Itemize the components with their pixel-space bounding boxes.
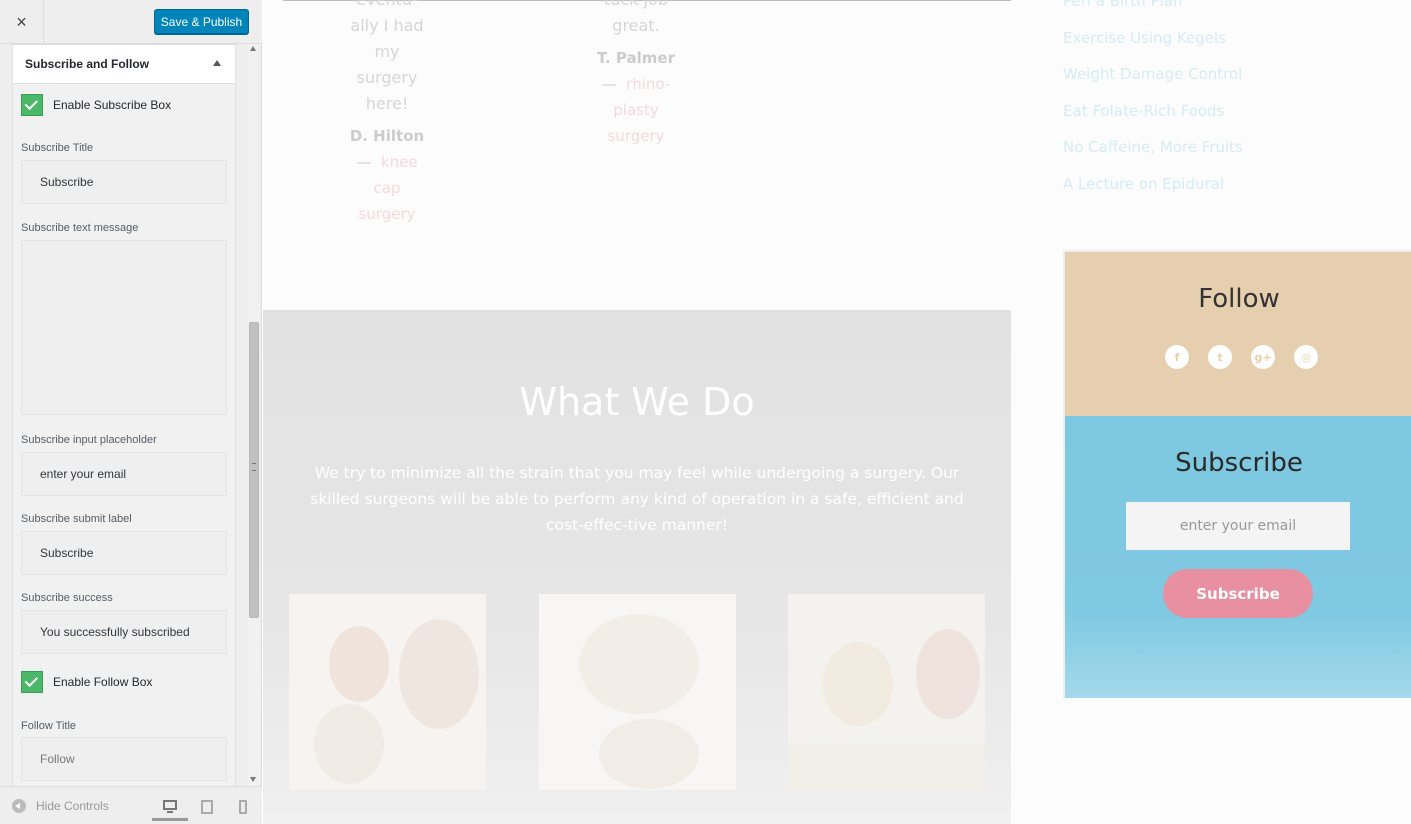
desktop-icon bbox=[163, 799, 177, 813]
post-link[interactable]: Weight Damage Control bbox=[1063, 61, 1243, 98]
close-icon[interactable]: × bbox=[0, 0, 44, 44]
subscribe-title: Subscribe bbox=[1175, 448, 1303, 478]
testimonial-hilton: eventu- ally I had my surgery here! D. H… bbox=[337, 0, 437, 227]
testimonial-palmer: tuck job great. T. Palmer — rhino- plast… bbox=[586, 0, 686, 149]
testimonial-author: T. Palmer bbox=[597, 49, 675, 67]
follow-title: Follow bbox=[1198, 284, 1280, 314]
scroll-up-icon[interactable] bbox=[250, 46, 256, 51]
site-preview: eventu- ally I had my surgery here! D. H… bbox=[263, 0, 1411, 824]
google-plus-icon[interactable]: g+ bbox=[1251, 345, 1275, 369]
subscribe-title-input[interactable]: Subscribe bbox=[21, 160, 227, 204]
tablet-preview-button[interactable] bbox=[195, 795, 219, 819]
section-header[interactable]: Subscribe and Follow bbox=[13, 44, 235, 84]
subscribe-title-label: Subscribe Title bbox=[21, 142, 94, 154]
mother-child-photo bbox=[289, 594, 486, 790]
testimonial-quote: tuck job great. bbox=[604, 0, 668, 35]
testimonial-author: D. Hilton bbox=[349, 127, 425, 145]
section-description: We try to minimize all the strain that y… bbox=[310, 464, 964, 534]
mobile-preview-button[interactable] bbox=[231, 795, 255, 819]
enable-follow-row: Enable Follow Box bbox=[21, 671, 152, 693]
post-link[interactable]: Eat Folate-Rich Foods bbox=[1063, 98, 1243, 135]
post-link[interactable]: A Lecture on Epidural bbox=[1063, 171, 1243, 208]
panel-header: × Save & Publish bbox=[0, 0, 262, 44]
subscribe-success-label: Subscribe success bbox=[21, 592, 113, 604]
follow-title-input[interactable]: Follow bbox=[21, 737, 227, 781]
checkmark-icon bbox=[24, 673, 39, 687]
panel-scrollbar[interactable] bbox=[248, 44, 260, 786]
post-link[interactable]: No Caffeine, More Fruits bbox=[1063, 134, 1243, 171]
social-icons: f t g+ ◎ bbox=[1165, 345, 1337, 369]
facebook-icon[interactable]: f bbox=[1165, 345, 1189, 369]
customizer-panel: × Save & Publish Subscribe and Follow En… bbox=[0, 0, 262, 824]
desktop-preview-button[interactable] bbox=[152, 791, 188, 821]
subscribe-success-input[interactable]: You successfully subscribed bbox=[21, 610, 227, 654]
instagram-icon[interactable]: ◎ bbox=[1294, 345, 1318, 369]
subscribe-button[interactable]: Subscribe bbox=[1163, 569, 1313, 618]
family-photo bbox=[788, 594, 985, 790]
grip-icon bbox=[252, 463, 256, 471]
collapse-left-icon bbox=[12, 799, 26, 813]
checkmark-icon bbox=[24, 96, 39, 110]
post-link[interactable]: Peri a Birth Plan bbox=[1063, 0, 1243, 25]
recent-posts-list: Peri a Birth Plan Exercise Using Kegels … bbox=[1063, 0, 1243, 208]
enable-follow-checkbox[interactable] bbox=[21, 671, 43, 693]
enable-subscribe-checkbox[interactable] bbox=[21, 94, 43, 116]
subscribe-submit-label: Subscribe submit label bbox=[21, 513, 132, 525]
scrollbar-thumb[interactable] bbox=[249, 322, 259, 618]
section-title: Subscribe and Follow bbox=[25, 57, 150, 71]
save-publish-button[interactable]: Save & Publish bbox=[154, 9, 249, 34]
enable-subscribe-label: Enable Subscribe Box bbox=[53, 98, 172, 112]
subscribe-text-label: Subscribe text message bbox=[21, 222, 139, 234]
service-photo[interactable] bbox=[289, 594, 486, 790]
collapse-arrow-icon[interactable] bbox=[213, 60, 221, 66]
pregnancy-photo bbox=[539, 594, 736, 790]
subscribe-submit-input[interactable]: Subscribe bbox=[21, 531, 227, 575]
what-we-do-section: What We Do We try to minimize all the st… bbox=[263, 310, 1011, 824]
tablet-icon bbox=[201, 800, 213, 814]
section-panel: Subscribe and Follow Enable Subscribe Bo… bbox=[12, 44, 236, 786]
email-field[interactable]: enter your email bbox=[1126, 502, 1350, 550]
subscribe-placeholder-input[interactable]: enter your email bbox=[21, 452, 227, 496]
testimonial-link[interactable]: — rhino- plasty surgery bbox=[586, 71, 686, 149]
twitter-icon[interactable]: t bbox=[1208, 345, 1232, 369]
follow-title-label: Follow Title bbox=[21, 720, 77, 732]
section-heading: What We Do bbox=[519, 380, 755, 424]
enable-subscribe-row: Enable Subscribe Box bbox=[21, 94, 171, 116]
testimonial-link[interactable]: — knee cap surgery bbox=[337, 149, 437, 227]
service-photo[interactable] bbox=[788, 594, 985, 790]
panel-footer: Hide Controls bbox=[0, 786, 262, 824]
subscribe-text-textarea[interactable] bbox=[21, 240, 227, 415]
post-link[interactable]: Exercise Using Kegels bbox=[1063, 25, 1243, 62]
testimonial-quote: eventu- ally I had my surgery here! bbox=[350, 0, 424, 113]
scroll-down-icon[interactable] bbox=[250, 777, 256, 782]
follow-box: Follow f t g+ ◎ bbox=[1063, 250, 1411, 416]
mobile-icon bbox=[239, 800, 247, 814]
subscribe-placeholder-label: Subscribe input placeholder bbox=[21, 434, 157, 446]
service-photo[interactable] bbox=[539, 594, 736, 790]
hide-controls-button[interactable]: Hide Controls bbox=[12, 799, 109, 813]
hide-controls-label: Hide Controls bbox=[36, 799, 109, 813]
enable-follow-label: Enable Follow Box bbox=[53, 675, 153, 689]
subscribe-box: Subscribe enter your email Subscribe bbox=[1063, 416, 1411, 698]
